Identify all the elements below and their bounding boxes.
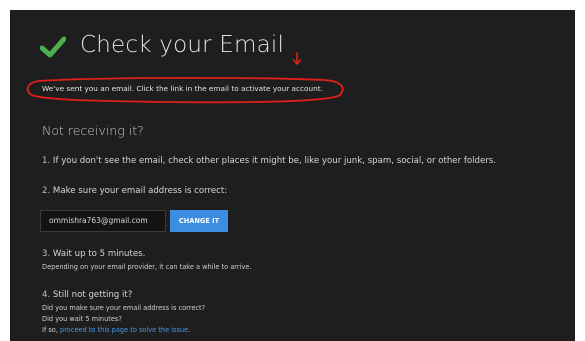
checkmark-icon <box>40 36 66 58</box>
step-1: 1. If you don't see the email, check oth… <box>42 156 496 166</box>
step-4-line-3-prefix: If so, <box>42 326 61 334</box>
down-arrow-icon <box>292 52 302 65</box>
step-4-line-2: Did you wait 5 minutes? <box>42 315 122 323</box>
step-3: 3. Wait up to 5 minutes. <box>42 249 145 259</box>
step-3-number: 3. <box>42 249 51 259</box>
sent-message: We've sent you an email. Click the link … <box>42 84 323 93</box>
step-3-text: Wait up to 5 minutes. <box>50 249 146 259</box>
email-field[interactable]: ommishra763@gmail.com <box>40 210 166 232</box>
page-title: Check your Email <box>80 32 285 58</box>
step-1-number: 1. <box>42 156 51 166</box>
change-email-button[interactable]: CHANGE IT <box>170 210 228 232</box>
step-4-line-3-suffix: . <box>188 326 191 334</box>
step-3-note: Depending on your email provider, it can… <box>42 263 252 271</box>
email-confirmation-panel: Check your Email We've sent you an email… <box>10 10 575 341</box>
step-4-line-3: If so, proceed to this page to solve the… <box>42 326 190 334</box>
step-2-text: Make sure your email address is correct: <box>50 186 228 196</box>
step-4-line-1: Did you make sure your email address is … <box>42 304 206 312</box>
step-4-text: Still not getting it? <box>50 290 133 300</box>
step-4-number: 4. <box>42 290 51 300</box>
not-receiving-heading: Not receiving it? <box>42 123 144 138</box>
step-2-number: 2. <box>42 186 51 196</box>
solve-issue-link[interactable]: proceed to this page to solve the issue <box>60 326 188 334</box>
step-2: 2. Make sure your email address is corre… <box>42 186 227 196</box>
header: Check your Email <box>40 32 284 58</box>
step-4: 4. Still not getting it? <box>42 290 132 300</box>
step-1-text: If you don't see the email, check other … <box>50 156 496 166</box>
